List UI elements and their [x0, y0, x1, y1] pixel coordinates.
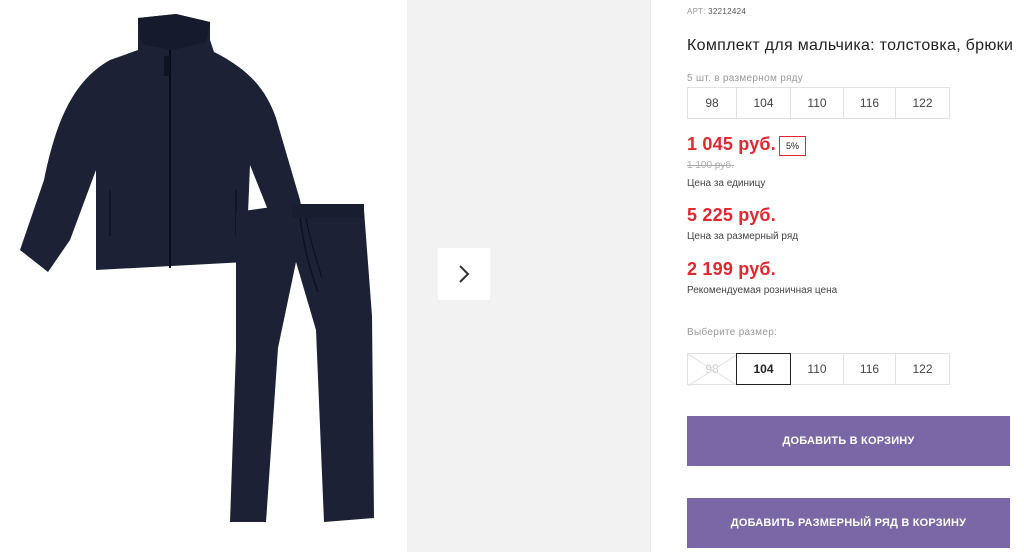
row-price: 5 225 руб.: [687, 205, 776, 225]
size-option-98[interactable]: 98: [687, 353, 738, 386]
size-option-104[interactable]: 104: [736, 353, 791, 385]
unit-price: 1 045 руб.: [687, 134, 776, 154]
size-row-list: 98 104 110 116 122: [687, 87, 950, 119]
section-divider: [650, 0, 651, 552]
size-row-item: 116: [843, 87, 896, 119]
unavailable-cross-icon: [688, 354, 738, 386]
retail-price-note: Рекомендуемая розничная цена: [687, 285, 838, 296]
article-label: АРТ:: [687, 7, 706, 16]
size-row-item: 104: [736, 87, 791, 119]
product-main-image[interactable]: [0, 0, 406, 552]
article-value: 32212424: [708, 7, 747, 16]
product-title: Комплект для мальчика: толстовка, брюки: [687, 37, 1014, 54]
size-option-116[interactable]: 116: [843, 353, 896, 385]
size-row-item: 110: [790, 87, 844, 119]
garment-illustration: [20, 14, 374, 522]
size-option-122[interactable]: 122: [895, 353, 950, 385]
size-row-item: 122: [895, 87, 950, 119]
add-to-cart-button[interactable]: ДОБАВИТЬ В КОРЗИНУ: [687, 416, 1010, 466]
unit-price-note: Цена за единицу: [687, 178, 766, 189]
old-price: 1 100 руб.: [687, 160, 734, 171]
retail-price: 2 199 руб.: [687, 259, 776, 279]
size-option-label: 122: [912, 362, 933, 376]
size-selector: 98 104 110 116 122: [687, 353, 950, 386]
product-gallery: [0, 0, 650, 552]
size-option-label: 116: [859, 362, 880, 376]
gallery-next-button[interactable]: [438, 248, 490, 300]
chevron-right-icon: [459, 265, 470, 283]
size-option-label: 104: [753, 362, 774, 376]
discount-badge: 5%: [779, 136, 806, 156]
row-price-note: Цена за размерный ряд: [687, 231, 799, 242]
size-option-label: 110: [807, 362, 827, 376]
size-row-item: 98: [687, 87, 737, 119]
product-article: АРТ: 32212424: [687, 7, 746, 16]
size-row-note: 5 шт. в размерном ряду: [687, 73, 804, 84]
choose-size-label: Выберите размер:: [687, 327, 778, 338]
add-size-row-to-cart-button[interactable]: ДОБАВИТЬ РАЗМЕРНЫЙ РЯД В КОРЗИНУ: [687, 498, 1010, 548]
size-option-110[interactable]: 110: [790, 353, 844, 385]
product-info: АРТ: 32212424 Комплект для мальчика: тол…: [687, 0, 1024, 552]
